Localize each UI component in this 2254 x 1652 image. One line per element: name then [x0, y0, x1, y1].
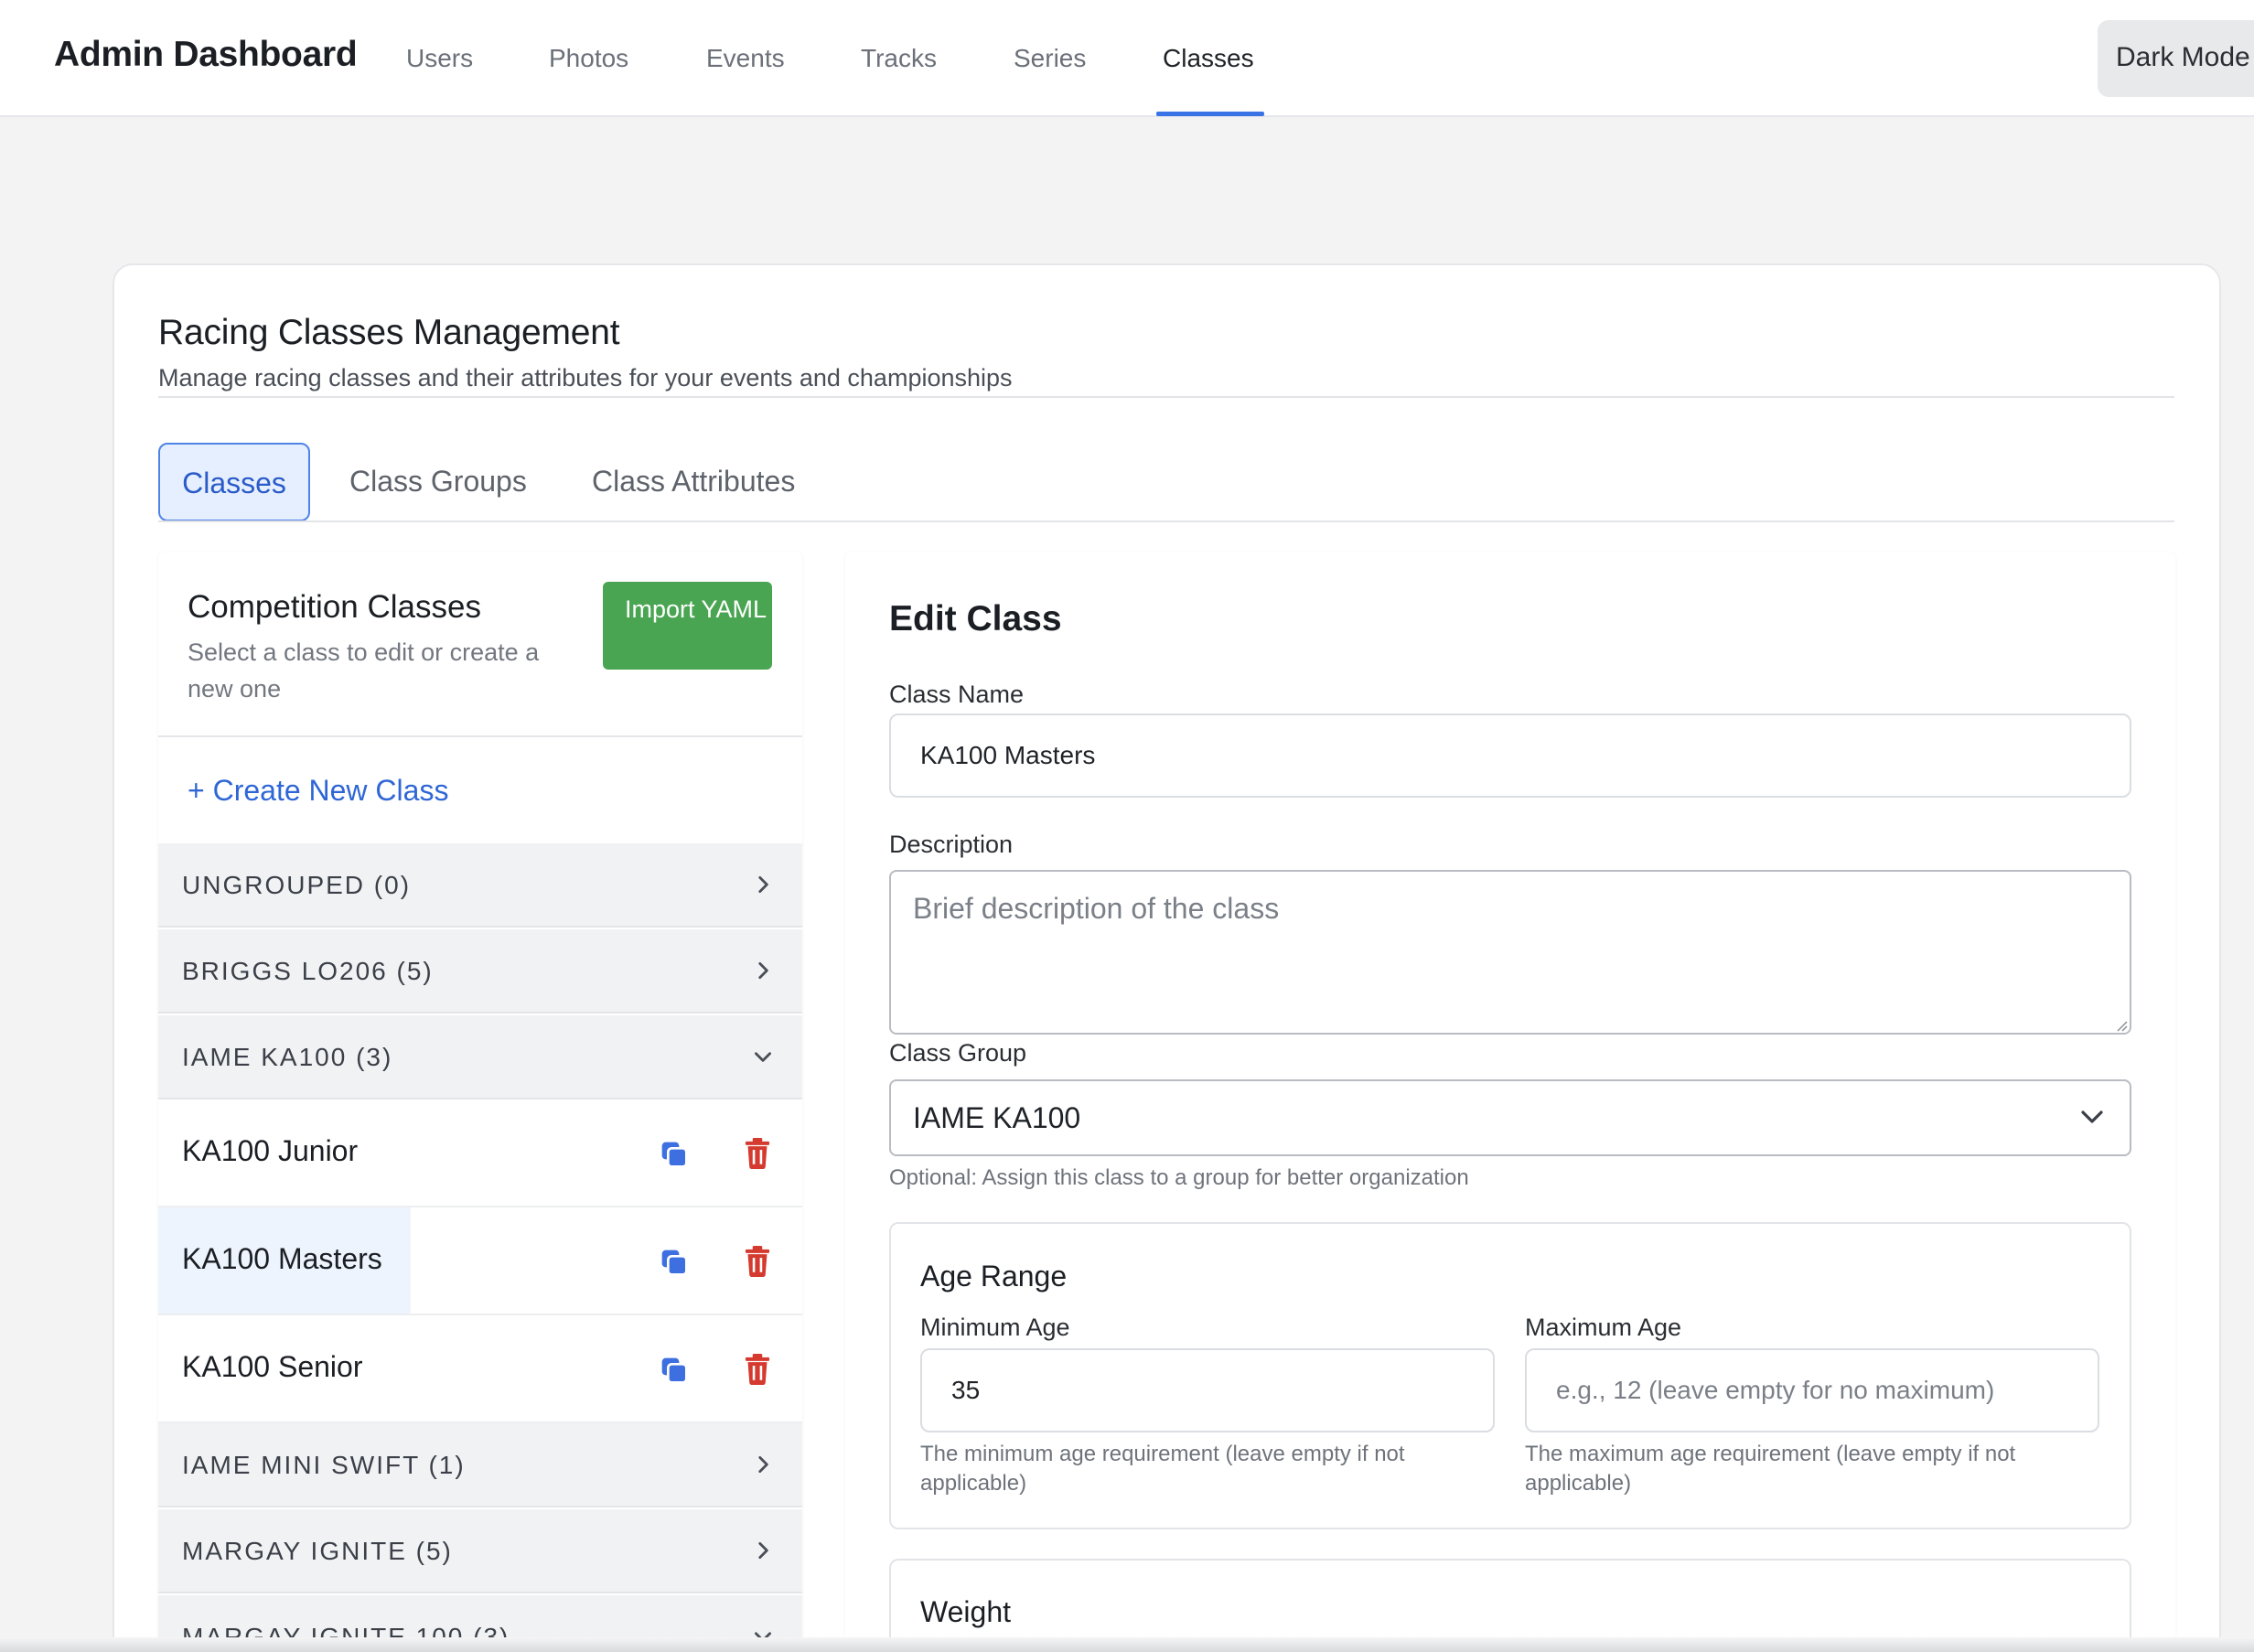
description-textarea[interactable]: Brief description of the class — [889, 870, 2131, 1035]
class-group-help: Optional: Assign this class to a group f… — [889, 1165, 1469, 1190]
class-name-label: Class Name — [889, 681, 1025, 708]
tab-class-groups[interactable]: Class Groups — [349, 443, 527, 521]
class-name-input[interactable]: KA100 Masters — [889, 713, 2131, 798]
trash-icon[interactable] — [744, 1246, 771, 1277]
group-row-briggs-lo206[interactable]: BRIGGS LO206 (5) — [158, 929, 802, 1014]
nav-photos[interactable]: Photos — [549, 44, 628, 73]
trash-icon[interactable] — [744, 1354, 771, 1385]
window-bottom-edge — [0, 1637, 2254, 1652]
copy-icon[interactable] — [660, 1248, 689, 1277]
group-label: IAME KA100 (3) — [182, 1043, 393, 1071]
group-label: MARGAY IGNITE (5) — [182, 1537, 453, 1565]
chevron-down-icon — [755, 1052, 771, 1062]
maximum-age-input[interactable]: e.g., 12 (leave empty for no maximum) — [1525, 1348, 2099, 1432]
import-yaml-button[interactable]: Import YAML — [603, 582, 772, 670]
chevron-right-icon — [758, 1456, 768, 1473]
class-name: KA100 Masters — [182, 1242, 382, 1275]
trash-icon[interactable] — [744, 1138, 771, 1169]
class-item-ka100-masters[interactable]: KA100 Masters — [158, 1207, 802, 1315]
resize-grip-icon[interactable] — [2113, 1017, 2128, 1032]
chevron-right-icon — [758, 962, 768, 979]
minimum-age-label: Minimum Age — [920, 1314, 1070, 1341]
description-label: Description — [889, 831, 1014, 858]
age-range-title: Age Range — [920, 1260, 1068, 1293]
page-subtitle: Manage racing classes and their attribut… — [158, 364, 1013, 392]
tabs-divider — [158, 520, 2174, 522]
dark-mode-button[interactable]: Dark Mode — [2098, 20, 2254, 97]
maximum-age-label: Maximum Age — [1525, 1314, 1682, 1341]
panel-title: Competition Classes — [188, 589, 481, 625]
page-title: Racing Classes Management — [158, 313, 620, 352]
class-group-select[interactable]: IAME KA100 — [889, 1079, 2131, 1156]
chevron-down-icon[interactable] — [2078, 1105, 2106, 1129]
tab-class-attributes[interactable]: Class Attributes — [592, 443, 795, 521]
class-item-ka100-senior[interactable]: KA100 Senior — [158, 1315, 802, 1423]
class-item-ka100-junior[interactable]: KA100 Junior — [158, 1100, 802, 1207]
panel-subtitle: Select a class to edit or create a new o… — [188, 638, 540, 703]
top-navbar: Admin Dashboard Users Photos Events Trac… — [0, 0, 2254, 117]
group-row-ungrouped[interactable]: UNGROUPED (0) — [158, 843, 802, 928]
minimum-age-input[interactable]: 35 — [920, 1348, 1495, 1432]
brand-title[interactable]: Admin Dashboard — [54, 35, 358, 75]
class-group-label: Class Group — [889, 1039, 1027, 1067]
nav-events[interactable]: Events — [706, 44, 785, 73]
minimum-age-help: The minimum age requirement (leave empty… — [920, 1442, 1405, 1496]
class-name: KA100 Junior — [182, 1134, 359, 1167]
edit-class-title: Edit Class — [889, 599, 1062, 638]
group-label: IAME MINI SWIFT (1) — [182, 1451, 466, 1479]
group-label: BRIGGS LO206 (5) — [182, 957, 434, 985]
weight-title: Weight — [920, 1595, 1012, 1628]
tab-classes[interactable]: Classes — [158, 443, 310, 521]
group-row-iame-mini-swift[interactable]: IAME MINI SWIFT (1) — [158, 1423, 802, 1507]
chevron-right-icon — [758, 876, 768, 893]
copy-icon[interactable] — [660, 1356, 689, 1385]
nav-classes[interactable]: Classes — [1163, 44, 1254, 73]
create-new-class-link[interactable]: + Create New Class — [188, 774, 448, 808]
nav-users[interactable]: Users — [406, 44, 473, 73]
panel-divider — [158, 735, 802, 737]
divider — [158, 396, 2174, 398]
group-row-iame-ka100[interactable]: IAME KA100 (3) — [158, 1015, 802, 1100]
maximum-age-help: The maximum age requirement (leave empty… — [1525, 1442, 2016, 1496]
group-row-margay-ignite[interactable]: MARGAY IGNITE (5) — [158, 1509, 802, 1593]
class-name: KA100 Senior — [182, 1350, 363, 1383]
group-label: UNGROUPED (0) — [182, 871, 412, 899]
copy-icon[interactable] — [660, 1140, 689, 1169]
nav-series[interactable]: Series — [1014, 44, 1086, 73]
chevron-right-icon — [758, 1542, 768, 1559]
nav-tracks[interactable]: Tracks — [861, 44, 937, 73]
active-nav-indicator — [1156, 112, 1264, 116]
